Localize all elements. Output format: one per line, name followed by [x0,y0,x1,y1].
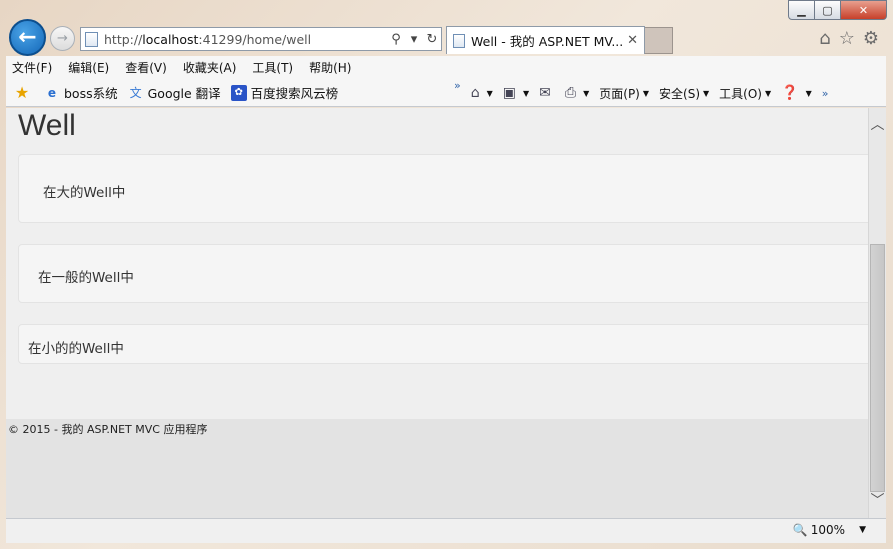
menu-file[interactable]: 文件(F) [12,59,52,76]
page-icon [85,31,98,47]
well-large-text: 在大的Well中 [43,185,126,201]
baidu-paw-icon: ✿ [230,84,247,101]
zoom-level: 100% [810,523,846,537]
menu-edit[interactable]: 编辑(E) [68,59,109,76]
favorite-boss[interactable]: e boss系统 [44,83,118,102]
page-footer: © 2015 - 我的 ASP.NET MVC 应用程序 [6,419,868,518]
mail-button[interactable]: ✉ [539,85,555,101]
page-viewport: Well 在大的Well中 在一般的Well中 在小的的Well中 © 2015… [6,108,868,518]
minimize-button[interactable]: ▁ [788,0,815,20]
scroll-down-icon[interactable]: ﹀ [869,490,886,510]
well-large: 在大的Well中 [18,154,868,223]
favorites-bar: ★ e boss系统 文 Google 翻译 ✿ 百度搜索风云榜 » ⌂ ▼ ▣ ▼ ✉ … [6,79,886,107]
gear-icon[interactable]: ⚙ [863,28,879,49]
mail-icon: ✉ [539,85,551,101]
window-controls: ▁ ▢ ✕ [788,0,887,20]
well-medium-text: 在一般的Well中 [38,270,134,286]
home-icon[interactable]: ⌂ [819,28,830,49]
add-favorite-button[interactable]: ★ [14,83,34,102]
chevron-more-icon[interactable]: » [454,79,461,92]
tools-menu[interactable]: 工具(O) ▼ [719,85,771,102]
zoom-control[interactable]: 🔍 100% ▼ [793,523,866,537]
command-bar: » ⌂ ▼ ▣ ▼ ✉ ⎙ ▼ 页面(P) ▼ 安全(S) ▼ 工具(O) ▼ ❓ ▼ » [454,79,838,107]
maximize-button[interactable]: ▢ [815,0,841,20]
ie-page-icon: e [47,85,57,100]
safety-menu[interactable]: 安全(S) ▼ [659,85,709,102]
translate-icon: 文 [129,86,142,100]
menu-help[interactable]: 帮助(H) [309,59,351,76]
printer-icon: ⎙ [564,85,577,101]
refresh-icon[interactable]: ↻ [423,32,441,47]
dropdown-arrow-icon[interactable]: ▾ [405,32,423,47]
new-tab-button[interactable] [645,27,673,54]
rss-icon: ▣ [502,85,517,101]
menu-view[interactable]: 查看(V) [125,59,167,76]
menu-tools[interactable]: 工具(T) [252,59,293,76]
page-title: Well [18,109,76,142]
favorite-google-translate[interactable]: 文 Google 翻译 [128,83,221,102]
page-content: Well 在大的Well中 在一般的Well中 在小的的Well中 [6,108,868,419]
close-tab-icon[interactable]: ✕ [627,33,638,48]
home-button[interactable]: ⌂ ▼ [471,85,493,101]
favorites-star-icon[interactable]: ☆ [839,28,855,49]
page-menu[interactable]: 页面(P) ▼ [599,85,649,102]
favorite-baidu[interactable]: ✿ 百度搜索风云榜 [230,83,338,102]
status-bar: 🔍 100% ▼ [6,518,886,543]
print-button[interactable]: ⎙ ▼ [565,85,589,101]
scrollbar-thumb[interactable] [870,244,885,492]
help-icon: ❓ [781,85,799,101]
browser-toolbar-icons: ⌂ ☆ ⚙ [819,28,879,49]
menu-bar: 文件(F) 编辑(E) 查看(V) 收藏夹(A) 工具(T) 帮助(H) [6,56,886,79]
back-button[interactable]: ← [9,19,46,56]
address-url[interactable]: http://localhost:41299/home/well [104,32,387,47]
help-button[interactable]: ❓ ▼ [781,85,812,101]
close-window-button[interactable]: ✕ [841,0,887,20]
well-small-text: 在小的的Well中 [28,341,124,357]
well-medium: 在一般的Well中 [18,244,868,303]
tab-title: Well - 我的 ASP.NET MV... [471,34,624,49]
arrow-left-icon: ← [18,25,37,50]
tab-well[interactable]: Well - 我的 ASP.NET MV... ✕ [446,26,645,54]
favorites-add-star-icon: ★ [14,83,30,102]
scroll-up-icon[interactable]: ︿ [869,114,886,134]
forward-button[interactable]: → [50,26,75,51]
footer-text: © 2015 - 我的 ASP.NET MVC 应用程序 [8,423,208,436]
feeds-button[interactable]: ▣ ▼ [503,85,529,101]
search-icon[interactable]: ⚲ [387,32,405,47]
well-small: 在小的的Well中 [18,324,868,364]
chevron-more-icon[interactable]: » [822,87,829,100]
home-icon: ⌂ [470,85,480,101]
zoom-icon: 🔍 [792,523,808,537]
chevron-down-icon[interactable]: ▼ [859,525,866,535]
arrow-right-icon: → [57,31,68,46]
page-icon [453,33,465,48]
menu-favorites[interactable]: 收藏夹(A) [183,59,237,76]
address-bar[interactable]: http://localhost:41299/home/well ⚲ ▾ ↻ [80,27,442,51]
vertical-scrollbar[interactable]: ︿ ﹀ [868,108,886,518]
